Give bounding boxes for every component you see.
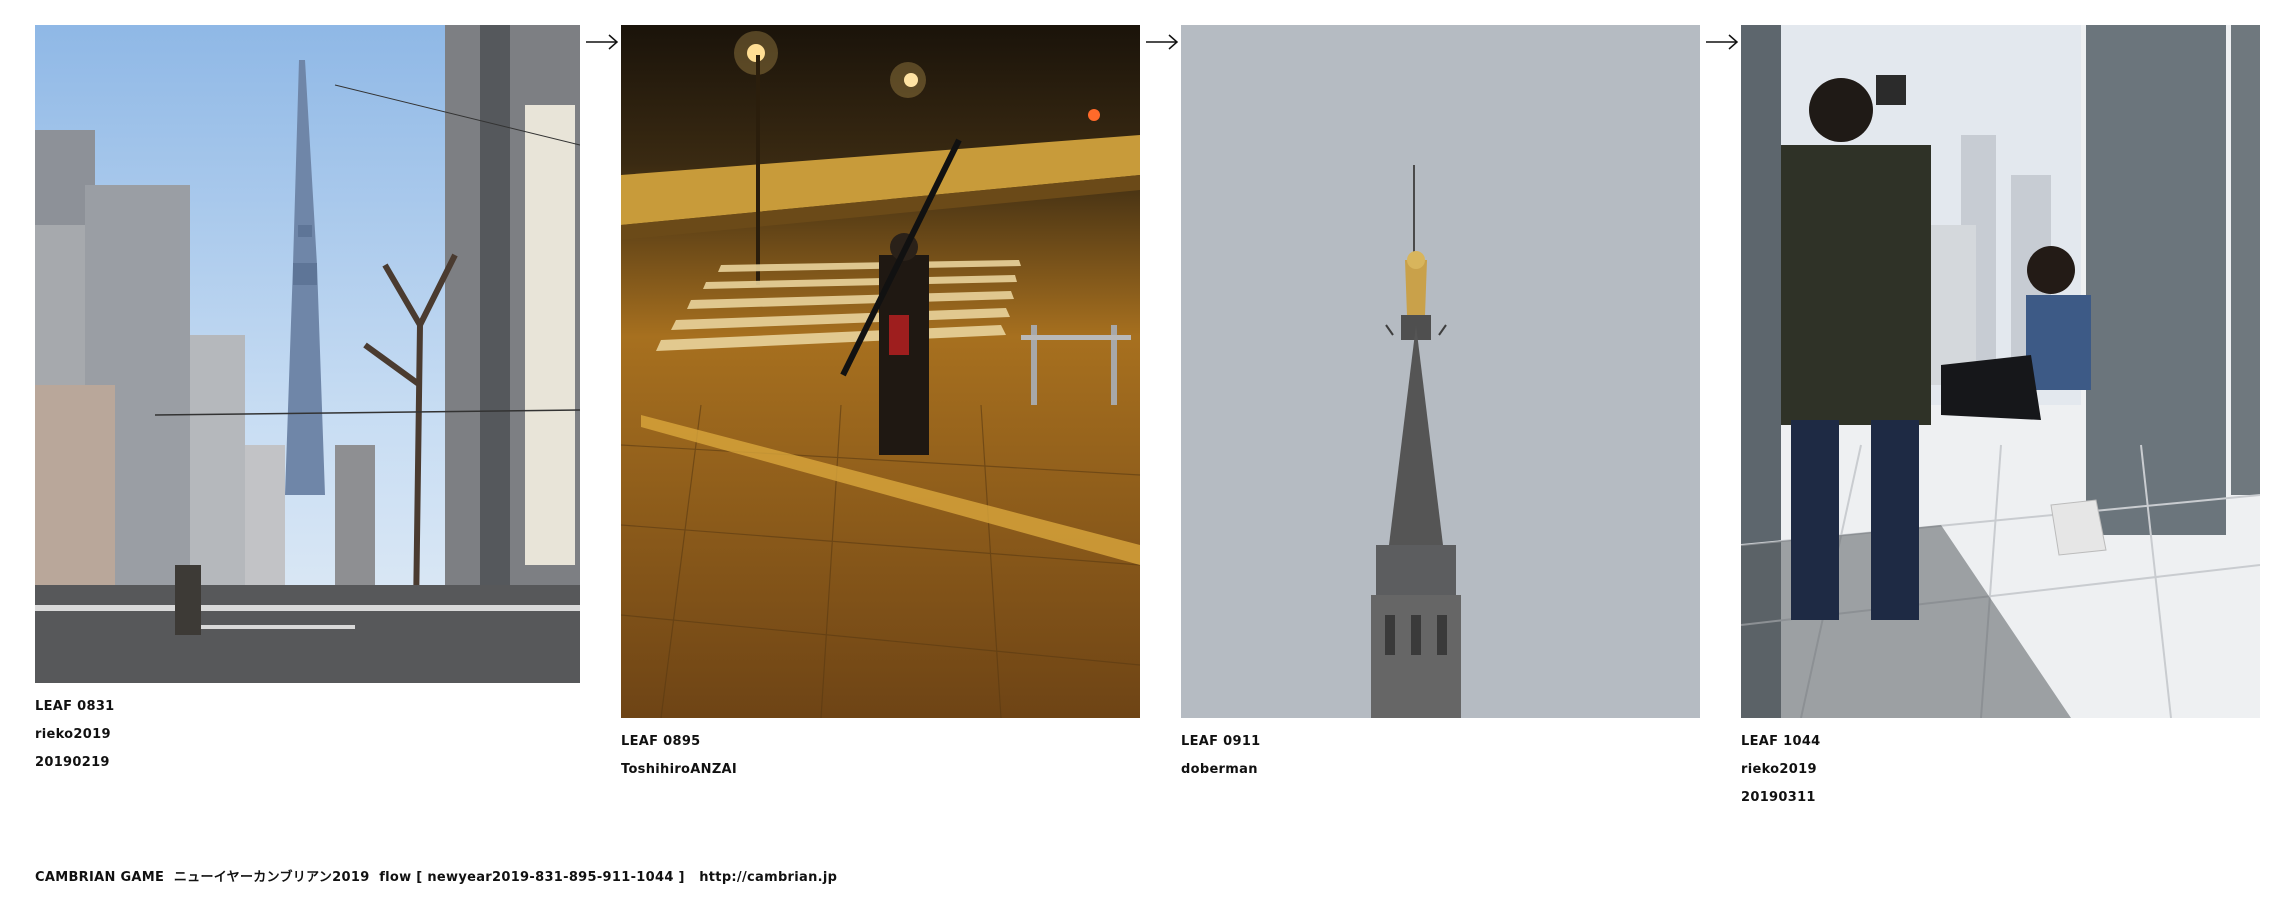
footer: CAMBRIAN GAME ニューイヤーカンブリアン2019 flow [ ne… bbox=[35, 866, 837, 885]
author-name[interactable]: rieko2019 bbox=[35, 721, 580, 749]
flow-card-1: LEAF 0831 rieko2019 20190219 bbox=[35, 25, 580, 777]
observation-deck-photo[interactable] bbox=[1741, 25, 2260, 718]
night-crossing-photo[interactable] bbox=[621, 25, 1140, 718]
site-title-link[interactable]: CAMBRIAN GAME bbox=[35, 870, 164, 885]
event-title: ニューイヤーカンブリアン2019 bbox=[173, 870, 370, 885]
right-arrow-icon bbox=[585, 30, 619, 54]
flow-card-4: LEAF 1044 rieko2019 20190311 bbox=[1741, 25, 2260, 812]
flow-card-2: LEAF 0895 ToshihiroANZAI bbox=[621, 25, 1140, 784]
flow-card-meta: LEAF 0911 doberman bbox=[1181, 728, 1700, 784]
site-url-link[interactable]: http://cambrian.jp bbox=[699, 870, 837, 885]
leaf-number[interactable]: LEAF 1044 bbox=[1741, 728, 2260, 756]
leaf-number[interactable]: LEAF 0911 bbox=[1181, 728, 1700, 756]
flow-label: flow [ newyear2019-831-895-911-1044 ] bbox=[379, 870, 685, 885]
leaf-number[interactable]: LEAF 0895 bbox=[621, 728, 1140, 756]
flow-card-meta: LEAF 0831 rieko2019 20190219 bbox=[35, 693, 580, 777]
church-spire-photo[interactable] bbox=[1181, 25, 1700, 718]
flow-card-meta: LEAF 1044 rieko2019 20190311 bbox=[1741, 728, 2260, 812]
tokyo-skytree-street-photo[interactable] bbox=[35, 25, 580, 683]
flow-card-meta: LEAF 0895 ToshihiroANZAI bbox=[621, 728, 1140, 784]
author-name[interactable]: rieko2019 bbox=[1741, 756, 2260, 784]
author-name[interactable]: ToshihiroANZAI bbox=[621, 756, 1140, 784]
right-arrow-icon bbox=[1145, 30, 1179, 54]
author-name[interactable]: doberman bbox=[1181, 756, 1700, 784]
right-arrow-icon bbox=[1705, 30, 1739, 54]
leaf-number[interactable]: LEAF 0831 bbox=[35, 693, 580, 721]
post-date: 20190219 bbox=[35, 755, 110, 770]
post-date: 20190311 bbox=[1741, 790, 1816, 805]
flow-card-3: LEAF 0911 doberman bbox=[1181, 25, 1700, 784]
